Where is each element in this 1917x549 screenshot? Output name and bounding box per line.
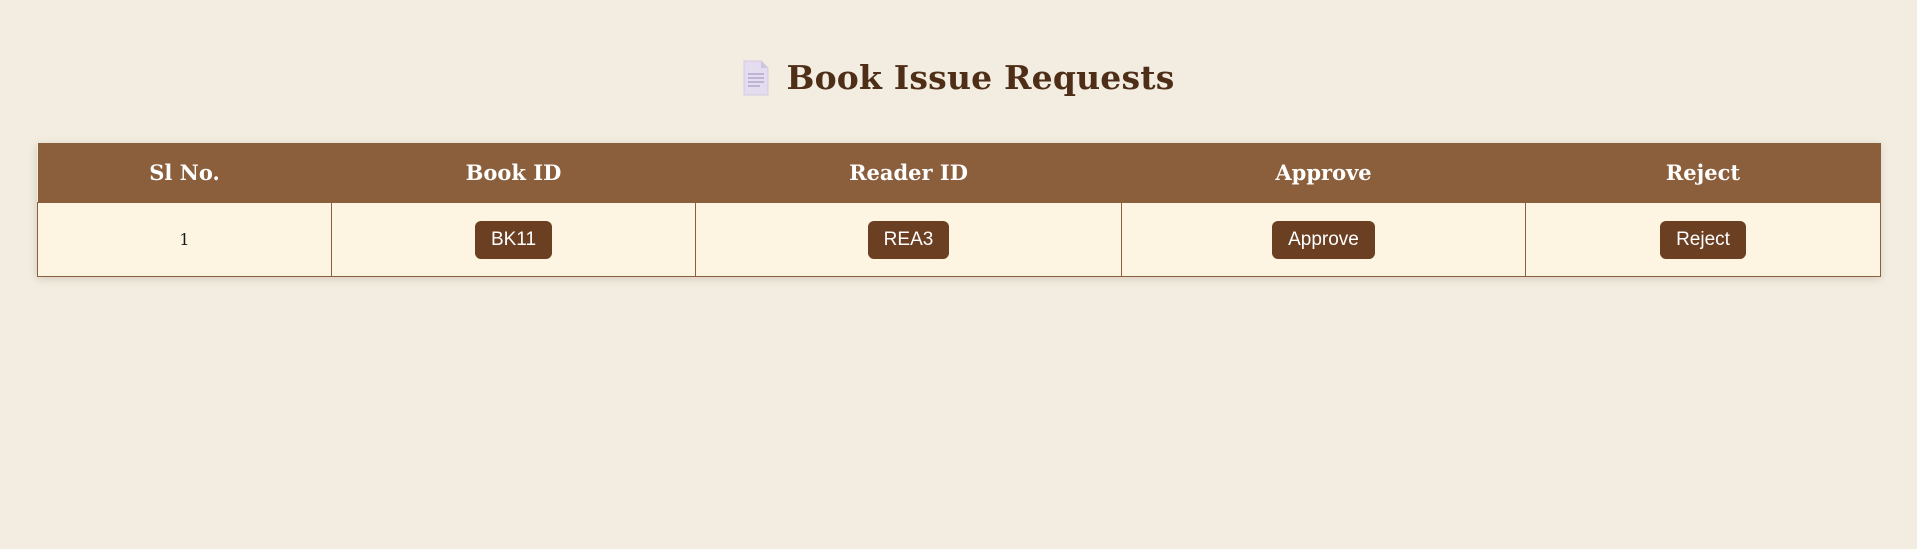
column-header-approve: Approve [1121,143,1526,203]
reader-id-cell: REA3 [695,202,1122,277]
column-header-book-id: Book ID [331,143,696,203]
reject-button[interactable]: Reject [1660,220,1746,259]
approve-cell: Approve [1121,202,1526,277]
column-header-sl-no: Sl No. [37,143,332,203]
page-header: Book Issue Requests [0,58,1917,97]
table-row: 1 BK11 REA3 Approve Reject [37,202,1881,277]
sl-no-cell: 1 [37,202,332,277]
book-id-cell: BK11 [331,202,696,277]
reader-id-badge: REA3 [867,220,950,259]
column-header-reject: Reject [1525,143,1881,203]
page-title: Book Issue Requests [786,58,1175,97]
requests-table-container: Sl No. Book ID Reader ID Approve Reject … [37,143,1881,277]
book-id-badge: BK11 [474,220,553,259]
approve-button[interactable]: Approve [1272,220,1375,259]
requests-table: Sl No. Book ID Reader ID Approve Reject … [37,143,1881,277]
reject-cell: Reject [1525,202,1881,277]
table-header-row: Sl No. Book ID Reader ID Approve Reject [37,143,1881,203]
column-header-reader-id: Reader ID [695,143,1122,203]
document-icon [743,60,769,95]
